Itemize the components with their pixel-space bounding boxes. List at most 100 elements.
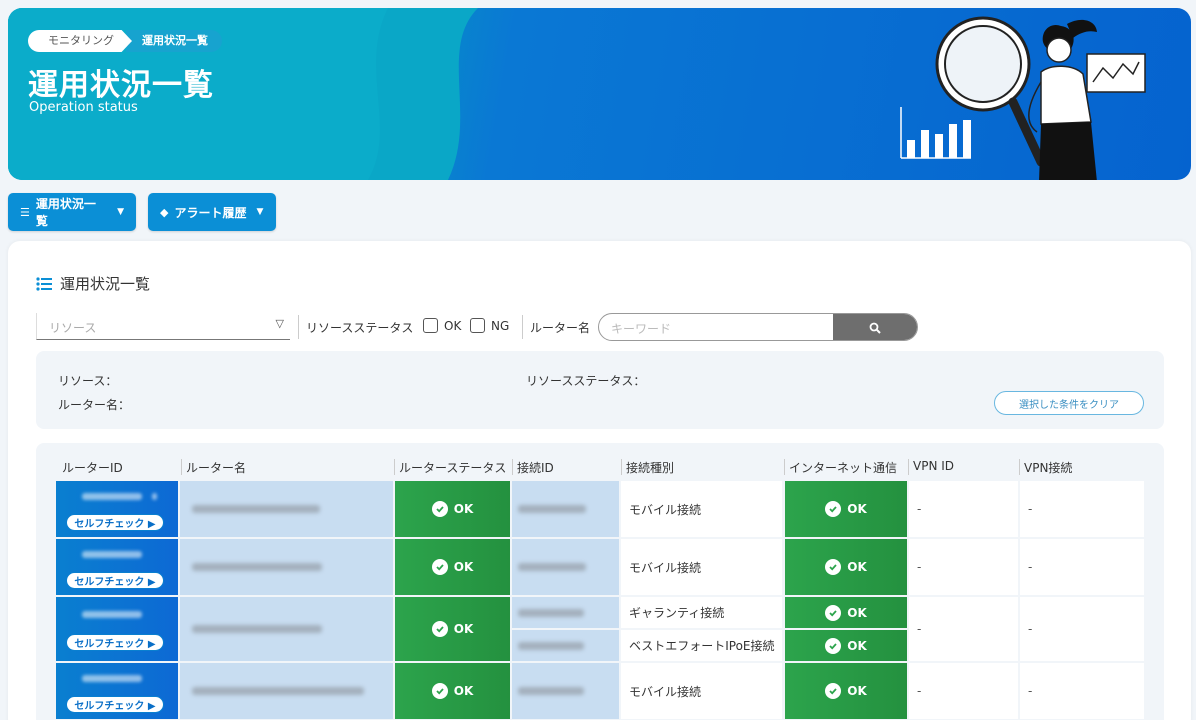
internet-status-value: OK bbox=[847, 502, 867, 516]
router-status-value: OK bbox=[453, 622, 474, 636]
vpn-id-cell: - bbox=[909, 663, 1018, 719]
connection-id-value bbox=[518, 609, 584, 617]
router-id-value bbox=[82, 493, 142, 500]
check-circle-icon bbox=[825, 604, 842, 621]
self-check-button[interactable]: セルフチェック ▶ bbox=[66, 634, 164, 651]
internet-status-cell: OK bbox=[785, 481, 907, 537]
router-id-value bbox=[82, 551, 142, 558]
router-status-cell: OK bbox=[395, 539, 510, 595]
router-name-value bbox=[192, 505, 320, 513]
router-status-cell: OK bbox=[395, 597, 510, 661]
internet-status-value: OK bbox=[847, 684, 867, 698]
summary-resource-status-label: リソースステータス： bbox=[526, 374, 646, 388]
router-id-value bbox=[82, 611, 142, 618]
summary-router-name-label: ルーター名： bbox=[58, 398, 131, 412]
self-check-button[interactable]: セルフチェック ▶ bbox=[66, 572, 164, 589]
router-name-cell bbox=[180, 539, 393, 595]
connection-type-cell: モバイル接続 bbox=[621, 539, 782, 595]
check-circle-icon bbox=[825, 559, 842, 575]
connection-id-cell bbox=[512, 630, 619, 661]
column-header-connection-id: 接続ID bbox=[512, 459, 554, 475]
keyword-placeholder: キーワード bbox=[611, 322, 672, 336]
ng-checkbox-label: NG bbox=[491, 319, 510, 333]
alert-history-menu-label: アラート履歴 bbox=[174, 205, 247, 220]
summary-resource-label: リソース： bbox=[58, 374, 118, 388]
router-name-cell bbox=[180, 481, 393, 537]
router-name-label: ルーター名 bbox=[530, 321, 591, 335]
search-icon bbox=[869, 322, 881, 334]
router-name-value bbox=[192, 625, 322, 633]
keyword-search-input[interactable]: キーワード bbox=[598, 313, 918, 341]
resource-select-placeholder: リソース bbox=[49, 321, 97, 335]
router-name-cell bbox=[180, 597, 393, 661]
router-id-cell: セルフチェック ▶ bbox=[56, 597, 178, 661]
status-list-menu-button[interactable]: ☰ 運用状況一覧 ▼ bbox=[8, 193, 136, 231]
breadcrumb-monitoring[interactable]: モニタリング bbox=[28, 30, 132, 52]
breadcrumb-current: 運用状況一覧 bbox=[126, 30, 222, 52]
check-circle-icon bbox=[431, 621, 448, 637]
connection-type-cell: モバイル接続 bbox=[621, 663, 782, 719]
page-subtitle: Operation status bbox=[29, 100, 138, 115]
connection-id-cell bbox=[512, 539, 619, 595]
list-icon: ☰ bbox=[20, 205, 30, 219]
router-status-value: OK bbox=[453, 502, 474, 516]
column-header-router-id: ルーターID bbox=[62, 461, 123, 475]
column-header-connection-type: 接続種別 bbox=[621, 459, 674, 475]
divider bbox=[522, 315, 523, 339]
check-circle-icon bbox=[825, 683, 842, 699]
ng-checkbox[interactable] bbox=[470, 318, 485, 333]
column-header-vpn-id: VPN ID bbox=[908, 459, 954, 475]
router-name-value bbox=[192, 563, 322, 571]
router-name-cell bbox=[180, 663, 393, 719]
self-check-button[interactable]: セルフチェック ▶ bbox=[66, 696, 164, 713]
router-id-cell: セルフチェック ▶ bbox=[56, 663, 178, 719]
vpn-connection-cell: - bbox=[1020, 539, 1144, 595]
internet-status-cell: OK bbox=[785, 597, 907, 628]
internet-status-value: OK bbox=[847, 638, 867, 653]
triangle-down-icon: ▽ bbox=[275, 317, 284, 330]
analyst-illustration-icon bbox=[900, 16, 1146, 180]
vpn-connection-cell: - bbox=[1020, 597, 1144, 661]
status-card: 運用状況一覧 リソース ▽ リソースステータス OK NG ルーター名 キーワー… bbox=[8, 241, 1191, 720]
router-id-value bbox=[152, 493, 157, 500]
connection-type-cell: ベストエフォートIPoE接続 bbox=[621, 630, 782, 661]
ok-checkbox-label: OK bbox=[444, 319, 462, 333]
column-header-router-name: ルーター名 bbox=[181, 459, 246, 475]
connection-id-cell bbox=[512, 597, 619, 628]
connection-id-value bbox=[518, 687, 584, 695]
resource-status-label: リソースステータス bbox=[306, 321, 414, 335]
clear-conditions-button[interactable]: 選択した条件をクリア bbox=[994, 391, 1144, 415]
vpn-id-cell: - bbox=[909, 481, 1018, 537]
check-circle-icon bbox=[431, 559, 448, 575]
connection-id-value bbox=[518, 642, 584, 650]
vpn-id-cell: - bbox=[909, 539, 1018, 595]
status-table: ルーターID ルーター名 ルーターステータス 接続ID 接続種別 インターネット… bbox=[36, 443, 1164, 720]
router-id-value bbox=[82, 675, 142, 682]
check-circle-icon bbox=[431, 501, 448, 517]
vpn-connection-cell: - bbox=[1020, 663, 1144, 719]
router-name-value bbox=[192, 687, 364, 695]
self-check-button[interactable]: セルフチェック ▶ bbox=[66, 514, 164, 531]
internet-status-cell: OK bbox=[785, 663, 907, 719]
connection-type-cell: ギャランティ接続 bbox=[621, 597, 782, 628]
check-circle-icon bbox=[431, 683, 448, 699]
filter-bar: リソース ▽ リソースステータス OK NG ルーター名 キーワード bbox=[36, 313, 936, 341]
search-button[interactable] bbox=[833, 314, 917, 340]
vpn-id-cell: - bbox=[909, 597, 1018, 661]
internet-status-value: OK bbox=[847, 560, 867, 574]
check-circle-icon bbox=[825, 637, 842, 654]
list-bullet-icon bbox=[36, 276, 52, 291]
connection-id-cell bbox=[512, 663, 619, 719]
router-id-cell: セルフチェック ▶ bbox=[56, 539, 178, 595]
connection-type-cell: モバイル接続 bbox=[621, 481, 782, 537]
connection-id-cell bbox=[512, 481, 619, 537]
vpn-connection-cell: - bbox=[1020, 481, 1144, 537]
ok-checkbox[interactable] bbox=[423, 318, 438, 333]
internet-status-cell: OK bbox=[785, 630, 907, 661]
column-header-router-status: ルーターステータス bbox=[394, 459, 506, 475]
alert-history-menu-button[interactable]: ◆ アラート履歴 ▼ bbox=[148, 193, 276, 231]
resource-select[interactable]: リソース ▽ bbox=[36, 313, 290, 340]
breadcrumb: モニタリング 運用状況一覧 bbox=[28, 30, 222, 52]
internet-status-cell: OK bbox=[785, 539, 907, 595]
connection-id-value bbox=[518, 563, 586, 571]
